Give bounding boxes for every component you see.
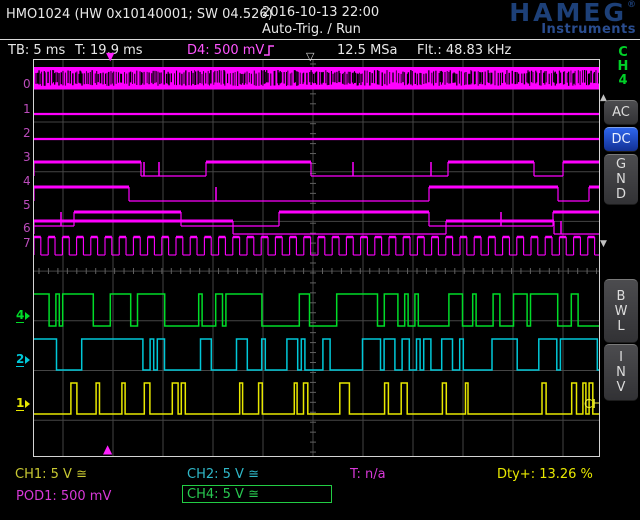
d7-channel-label: 7 [23,237,31,249]
ch4-marker-arrow-icon [25,312,30,320]
device-info: HMO1024 (HW 0x10140001; SW 04.526) [6,7,273,22]
ch2-marker-arrow-icon [25,356,30,364]
trigger-frequency-status: T: n/a [350,467,386,482]
d5-channel-label: 5 [23,199,31,211]
sidebar-channel-label: C H 4 [610,46,636,88]
header-separator [0,39,640,40]
d3-channel-label: 3 [23,151,31,163]
oscilloscope-screen: HMO1024 (HW 0x10140001; SW 04.526) 2016-… [0,0,640,520]
acquisition-status: Auto-Trig. / Run [262,22,361,37]
menu-button-inv[interactable]: I N V [604,344,638,401]
trigger-readout: D4: 500 mV [187,43,264,58]
d6-trace [34,221,600,234]
waveform-traces [34,60,600,457]
d4-channel-label: 4 [23,175,31,187]
brand-logo: HAMEG® Instruments [448,0,636,36]
menu-button-dc[interactable]: DC [604,127,638,152]
graticule: CH [33,59,600,457]
ch1-reference-marker: 1 [16,397,30,409]
d2-channel-label: 2 [23,127,31,139]
pod1-status: POD1: 500 mV [16,489,111,504]
trigger-position-marker: ▼ [106,51,114,62]
ch1-trace [34,383,600,414]
time-reference-marker: ▲ [103,444,112,455]
ch1-status: CH1: 5 V ≅ [15,467,87,482]
d3-trace [34,162,600,176]
ch1-marker-arrow-icon [25,400,30,408]
sample-rate-readout: 12.5 MSa [337,43,398,58]
trace-overlay-label: CH [584,398,600,411]
ch4-trace [34,294,600,326]
datetime: 2016-10-13 22:00 [262,5,379,20]
ch4-reference-marker: 4 [16,309,30,321]
ch2-status: CH2: 5 V ≅ [187,467,259,482]
d1-channel-label: 1 [23,103,31,115]
menu-button-gnd[interactable]: G N D [604,154,638,205]
d5-trace [34,212,600,226]
ch4-status: CH4: 5 V ≅ [183,486,331,502]
filter-readout: Flt.: 48.83 kHz [417,43,511,58]
menu-button-bwl[interactable]: B W L [604,279,638,343]
ch2-reference-marker: 2 [16,353,30,365]
pod-scroll-down-marker: ▼ [600,239,607,250]
ch4-marker-label: 4 [16,308,24,323]
timebase-readout: TB: 5 ms [8,43,65,58]
ch1-marker-label: 1 [16,396,24,411]
duty-cycle-measurement: Dty+: 13.26 % [497,467,593,482]
reference-position-marker: ▽ [306,51,314,62]
ch2-marker-label: 2 [16,352,24,367]
menu-button-ac[interactable]: AC [604,100,638,125]
rising-edge-icon [262,43,276,57]
ch4-status-box: CH4: 5 V ≅ [182,485,332,503]
d0-trace [34,68,600,88]
brand-subtitle: Instruments [448,23,636,36]
d4-trace [34,187,600,201]
registered-mark: ® [627,0,636,10]
d6-channel-label: 6 [23,222,31,234]
d0-channel-label: 0 [23,78,31,90]
ch2-trace [34,339,600,370]
d7-trace [34,237,600,255]
